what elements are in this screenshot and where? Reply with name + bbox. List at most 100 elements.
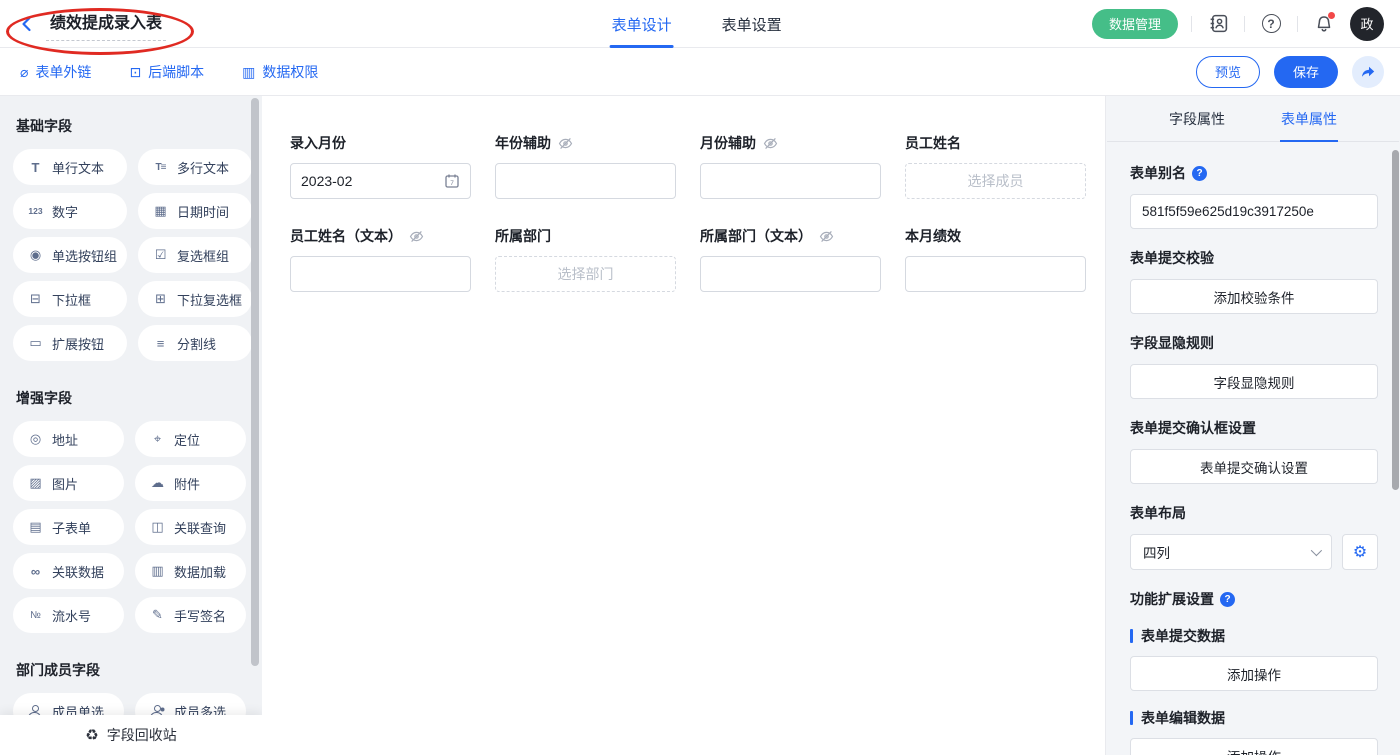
address-book-button[interactable] xyxy=(1205,11,1231,37)
form-field-month-performance[interactable]: 本月绩效 xyxy=(905,226,1086,292)
help-icon[interactable]: ? xyxy=(1220,592,1235,607)
add-validation-button[interactable]: 添加校验条件 xyxy=(1130,279,1378,314)
back-button[interactable] xyxy=(18,15,36,33)
link-label: 数据权限 xyxy=(262,62,318,82)
preview-button[interactable]: 预览 xyxy=(1196,56,1260,88)
field-item-attachment[interactable]: 附件 xyxy=(135,465,246,501)
data-permission-link[interactable]: 数据权限 xyxy=(242,62,318,82)
tab-field-properties[interactable]: 字段属性 xyxy=(1169,96,1225,141)
serial-number-icon xyxy=(27,610,44,621)
multi-line-text-icon xyxy=(152,162,169,173)
section-title-basic-fields: 基础字段 xyxy=(16,116,246,136)
field-item-label: 手写签名 xyxy=(174,606,226,625)
submit-data-add-action-button[interactable]: 添加操作 xyxy=(1130,656,1378,691)
field-item-divider-line[interactable]: 分割线 xyxy=(138,325,252,361)
edit-data-add-action-button[interactable]: 添加操作 xyxy=(1130,738,1378,755)
field-item-multi-dropdown[interactable]: 下拉复选框 xyxy=(138,281,252,317)
help-button[interactable]: ? xyxy=(1258,11,1284,37)
date-input[interactable]: 2023-02 7 xyxy=(290,163,471,199)
text-input[interactable] xyxy=(495,163,676,199)
field-label: 所属部门 xyxy=(495,226,551,246)
form-field-month-helper[interactable]: 月份辅助 xyxy=(700,133,881,199)
form-toolbar: 表单外链 后端脚本 数据权限 预览 保存 xyxy=(0,48,1400,96)
tab-form-properties[interactable]: 表单属性 xyxy=(1281,96,1337,141)
number-icon xyxy=(27,206,44,216)
section-title-member-fields: 部门成员字段 xyxy=(16,660,246,680)
field-item-location[interactable]: 定位 xyxy=(135,421,246,457)
eye-off-icon xyxy=(558,136,573,151)
field-item-extend-button[interactable]: 扩展按钮 xyxy=(13,325,127,361)
form-field-employee-name[interactable]: 员工姓名 选择成员 xyxy=(905,133,1086,199)
header-tabs: 表单设计 表单设置 xyxy=(612,0,782,48)
form-external-link[interactable]: 表单外链 xyxy=(20,62,91,82)
form-alias-label: 表单别名 ? xyxy=(1130,163,1378,183)
tab-form-settings[interactable]: 表单设置 xyxy=(722,0,782,48)
form-field-department[interactable]: 所属部门 选择部门 xyxy=(495,226,676,292)
form-field-employee-name-text[interactable]: 员工姓名（文本） xyxy=(290,226,471,292)
radio-group-icon xyxy=(27,247,44,263)
layout-select[interactable]: 四列 xyxy=(1130,534,1332,570)
form-alias-input[interactable] xyxy=(1130,194,1378,229)
avatar[interactable]: 政 xyxy=(1350,7,1384,41)
form-canvas[interactable]: 录入月份 2023-02 7 年份辅助 xyxy=(262,96,1105,755)
field-item-label: 下拉复选框 xyxy=(177,290,242,309)
layout-settings-button[interactable] xyxy=(1342,534,1378,570)
field-item-data-load[interactable]: 数据加载 xyxy=(135,553,246,589)
label-text: 功能扩展设置 xyxy=(1130,589,1214,609)
field-item-label: 子表单 xyxy=(52,518,91,537)
accent-bar xyxy=(1130,629,1133,643)
field-label: 员工姓名（文本） xyxy=(290,226,402,246)
field-item-radio-group[interactable]: 单选按钮组 xyxy=(13,237,127,273)
text-input[interactable] xyxy=(290,256,471,292)
divider xyxy=(1244,16,1245,32)
signature-icon xyxy=(149,607,166,623)
text-input[interactable] xyxy=(700,256,881,292)
field-item-subform[interactable]: 子表单 xyxy=(13,509,124,545)
layout-selected-value: 四列 xyxy=(1143,542,1170,562)
divider xyxy=(1297,16,1298,32)
form-field-entry-month[interactable]: 录入月份 2023-02 7 xyxy=(290,133,471,199)
form-field-year-helper[interactable]: 年份辅助 xyxy=(495,133,676,199)
submit-confirm-label: 表单提交确认框设置 xyxy=(1130,418,1378,438)
field-item-label: 数据加载 xyxy=(174,562,226,581)
field-item-multi-line-text[interactable]: 多行文本 xyxy=(138,149,252,185)
text-input[interactable] xyxy=(700,163,881,199)
data-manage-button[interactable]: 数据管理 xyxy=(1092,9,1178,39)
dropdown-icon xyxy=(27,291,44,307)
save-button[interactable]: 保存 xyxy=(1274,56,1338,88)
linked-query-icon xyxy=(149,519,166,535)
gear-icon xyxy=(1353,542,1367,562)
sidebar-scrollbar[interactable] xyxy=(251,98,259,666)
submit-confirm-button[interactable]: 表单提交确认设置 xyxy=(1130,449,1378,484)
help-icon[interactable]: ? xyxy=(1192,166,1207,181)
field-label: 年份辅助 xyxy=(495,133,551,153)
department-picker[interactable]: 选择部门 xyxy=(495,256,676,292)
field-item-label: 流水号 xyxy=(52,606,91,625)
field-item-image[interactable]: 图片 xyxy=(13,465,124,501)
field-item-datetime[interactable]: 日期时间 xyxy=(138,193,252,229)
field-item-single-line-text[interactable]: 单行文本 xyxy=(13,149,127,185)
field-item-linked-data[interactable]: 关联数据 xyxy=(13,553,124,589)
field-library-sidebar: 基础字段 单行文本 多行文本 数字 日期时间 单选按钮组 复选框组 下拉框 下拉… xyxy=(0,96,262,755)
field-item-dropdown[interactable]: 下拉框 xyxy=(13,281,127,317)
field-item-label: 附件 xyxy=(174,474,200,493)
panel-scrollbar[interactable] xyxy=(1392,150,1399,490)
text-input[interactable] xyxy=(905,256,1086,292)
field-item-checkbox-group[interactable]: 复选框组 xyxy=(138,237,252,273)
share-button[interactable] xyxy=(1352,56,1384,88)
field-item-serial-number[interactable]: 流水号 xyxy=(13,597,124,633)
field-visibility-button[interactable]: 字段显隐规则 xyxy=(1130,364,1378,399)
edit-data-label: 表单编辑数据 xyxy=(1130,708,1378,728)
field-item-linked-query[interactable]: 关联查询 xyxy=(135,509,246,545)
field-recycle-bin-button[interactable]: 字段回收站 xyxy=(0,715,262,755)
notifications-button[interactable] xyxy=(1311,11,1337,37)
form-field-department-text[interactable]: 所属部门（文本） xyxy=(700,226,881,292)
field-item-address[interactable]: 地址 xyxy=(13,421,124,457)
member-picker[interactable]: 选择成员 xyxy=(905,163,1086,199)
field-item-number[interactable]: 数字 xyxy=(13,193,127,229)
backend-script-link[interactable]: 后端脚本 xyxy=(129,62,204,82)
field-item-label: 关联数据 xyxy=(52,562,104,581)
tab-form-design[interactable]: 表单设计 xyxy=(612,0,672,48)
field-item-signature[interactable]: 手写签名 xyxy=(135,597,246,633)
form-designer-app: 绩效提成录入表 表单设计 表单设置 数据管理 ? xyxy=(0,0,1400,755)
